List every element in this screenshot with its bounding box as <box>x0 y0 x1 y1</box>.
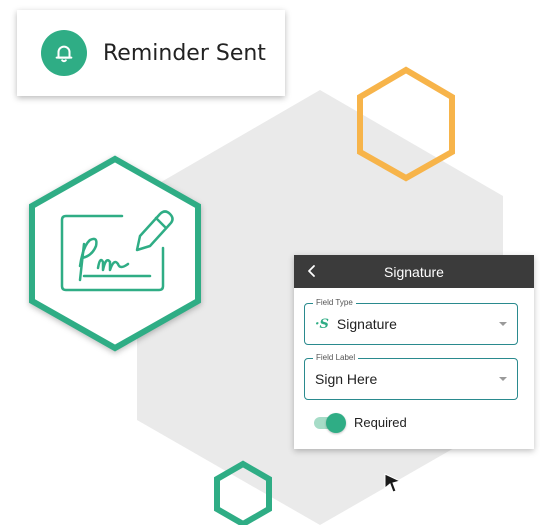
mouse-cursor-icon <box>384 473 402 493</box>
panel-title: Signature <box>384 263 444 280</box>
required-label: Required <box>354 415 407 430</box>
field-type-label: Field Type <box>313 297 356 309</box>
reminder-notification: Reminder Sent <box>17 10 285 96</box>
panel-header: Signature <box>294 255 534 288</box>
signature-settings-panel: Signature Field Type ·S Signature Field … <box>294 255 534 449</box>
required-toggle-row: Required <box>314 412 407 433</box>
required-toggle[interactable] <box>314 412 346 433</box>
toggle-knob <box>326 412 346 433</box>
reminder-text: Reminder Sent <box>103 40 266 66</box>
signature-icon: ·S <box>315 316 329 332</box>
chevron-left-icon[interactable] <box>304 263 320 279</box>
chevron-down-icon <box>499 322 507 326</box>
field-label-value: Sign Here <box>315 371 378 387</box>
chevron-down-icon <box>499 377 507 381</box>
field-type-select[interactable]: Field Type ·S Signature <box>304 297 518 345</box>
field-label-label: Field Label <box>313 352 359 364</box>
bell-icon <box>41 30 87 76</box>
field-label-select[interactable]: Field Label Sign Here <box>304 352 518 400</box>
field-type-value: Signature <box>336 316 397 332</box>
